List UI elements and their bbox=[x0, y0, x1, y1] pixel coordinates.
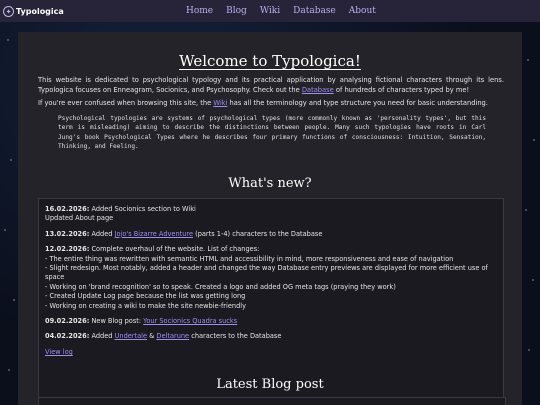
change-item: - Created Update Log page because the li… bbox=[45, 292, 246, 301]
deltarune-link[interactable]: Deltarune bbox=[156, 332, 189, 340]
news-text: Added bbox=[89, 332, 115, 341]
site-logo[interactable]: ✦ Typologica bbox=[3, 5, 64, 17]
help-text: If you're ever confused when browsing th… bbox=[38, 99, 214, 107]
logo-icon: ✦ bbox=[3, 5, 14, 17]
news-text: New Blog post: bbox=[89, 317, 144, 326]
news-entry: 12.02.2026: Complete overhaul of the web… bbox=[45, 245, 503, 311]
intro-text-end: of hundreds of characters typed by me! bbox=[333, 85, 470, 94]
wiki-link[interactable]: Wiki bbox=[213, 99, 227, 107]
news-date: 13.02.2026: bbox=[45, 229, 90, 238]
news-entry: 13.02.2026: Added Jojo's Bizarre Adventu… bbox=[45, 230, 503, 239]
change-item: - The entire thing was rewritten with se… bbox=[45, 254, 454, 263]
site-name: Typologica bbox=[16, 6, 64, 16]
intro-paragraph: This website is dedicated to psychologic… bbox=[38, 76, 504, 95]
page-title: Welcome to Typologica! bbox=[179, 52, 361, 70]
news-text: characters to the Database bbox=[189, 332, 282, 341]
jojo-link[interactable]: Jojo's Bizarre Adventure bbox=[115, 230, 193, 238]
typology-quote: Psychological typologies are systems of … bbox=[58, 114, 486, 151]
news-text: Complete overhaul of the website. List o… bbox=[89, 245, 260, 254]
nav-blog[interactable]: Blog bbox=[226, 6, 247, 16]
help-paragraph: If you're ever confused when browsing th… bbox=[38, 99, 504, 109]
news-date: 09.02.2026: bbox=[45, 317, 90, 326]
whats-new-title: What's new? bbox=[228, 176, 312, 191]
site-header: ✦ Typologica Home Blog Wiki Database Abo… bbox=[0, 0, 540, 22]
undertale-link[interactable]: Undertale bbox=[115, 332, 147, 340]
news-text: Updated About page bbox=[45, 214, 114, 223]
change-item: - Slight redesign. Most notably, added a… bbox=[45, 264, 488, 282]
main-nav: Home Blog Wiki Database About bbox=[186, 0, 389, 22]
news-entry: 04.02.2026: Added Undertale & Deltarune … bbox=[45, 332, 503, 341]
news-date: 12.02.2026: bbox=[45, 245, 90, 254]
latest-blog-box bbox=[38, 397, 506, 405]
news-entry: 09.02.2026: New Blog post: Your Socionic… bbox=[45, 317, 503, 326]
view-log-link[interactable]: View log bbox=[45, 348, 73, 356]
blog-post-link[interactable]: Your Socionics Quadra sucks bbox=[143, 317, 237, 325]
change-item: - Working on 'brand recognition' so to s… bbox=[45, 282, 396, 291]
nav-wiki[interactable]: Wiki bbox=[260, 6, 280, 16]
news-entry: 16.02.2026: Added Socionics section to W… bbox=[45, 205, 503, 224]
news-date: 04.02.2026: bbox=[45, 332, 90, 341]
database-link[interactable]: Database bbox=[302, 86, 334, 94]
news-text: Added bbox=[89, 229, 115, 238]
news-box: 16.02.2026: Added Socionics section to W… bbox=[38, 198, 504, 398]
news-text: Added Socionics section to Wiki bbox=[89, 205, 196, 213]
news-text: (parts 1-4) characters to the Database bbox=[193, 229, 323, 238]
latest-blog-title: Latest Blog post bbox=[216, 377, 324, 392]
change-item: - Working on creating a wiki to make the… bbox=[45, 301, 246, 310]
news-text: & bbox=[147, 332, 157, 341]
main-content: Welcome to Typologica! This website is d… bbox=[18, 32, 522, 405]
news-date: 16.02.2026: bbox=[45, 205, 90, 213]
nav-home[interactable]: Home bbox=[186, 6, 213, 16]
nav-about[interactable]: About bbox=[349, 6, 376, 16]
help-text-end: has all the terminology and type structu… bbox=[227, 99, 488, 107]
nav-database[interactable]: Database bbox=[293, 6, 336, 16]
